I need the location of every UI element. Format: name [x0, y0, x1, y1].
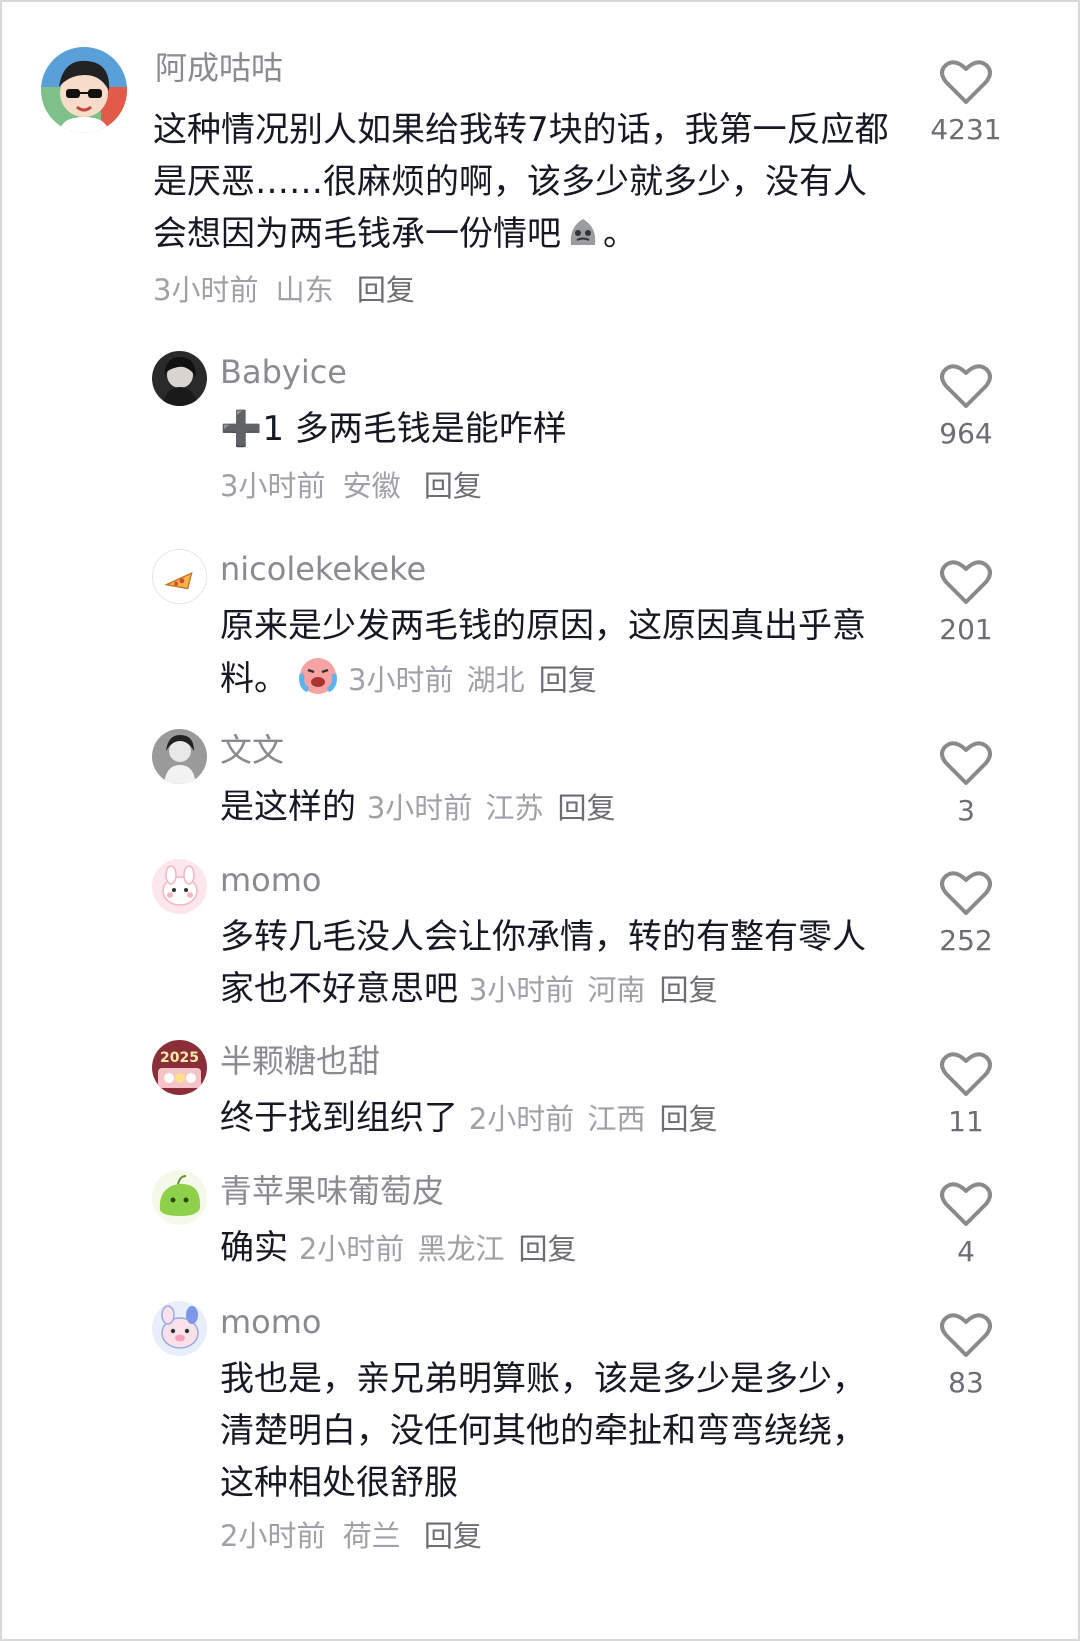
comment-text: 是这样的 3小时前 江苏 回复 [220, 781, 880, 833]
avatar[interactable] [152, 729, 207, 784]
username[interactable]: momo [220, 1306, 322, 1338]
comment-text-body: 确实 [220, 1228, 288, 1268]
comment-location: 江苏 [485, 791, 544, 825]
comment-location: 安徽 [342, 469, 401, 503]
comment-location: 山东 [275, 273, 334, 307]
username[interactable]: momo [220, 864, 322, 896]
comment-text-body: 这种情况别人如果给我转7块的话，我第一反应都是厌恶……很麻烦的啊，该多少就多少，… [153, 110, 889, 255]
comment-location: 江西 [587, 1102, 646, 1136]
comment-text: 确实 2小时前 黑龙江 回复 [220, 1222, 880, 1274]
svg-text:2025: 2025 [160, 1050, 199, 1066]
reply-button[interactable]: 回复 [424, 469, 482, 503]
comment-time: 2小时前 [468, 1102, 575, 1136]
heart-outline-icon [940, 364, 992, 408]
comment-meta: 3小时前 山东 回复 [153, 276, 415, 305]
comment-location: 湖北 [466, 663, 525, 698]
avatar[interactable] [152, 859, 207, 914]
comment-text: 这种情况别人如果给我转7块的话，我第一反应都是厌恶……很麻烦的啊，该多少就多少，… [153, 104, 893, 266]
avatar[interactable] [152, 1301, 207, 1356]
heart-outline-icon [940, 1313, 992, 1357]
like-count: 252 [939, 924, 993, 957]
comment-time: 3小时前 [468, 973, 575, 1008]
reply-button[interactable]: 回复 [660, 1102, 718, 1136]
comment-text: 我也是，亲兄弟明算账，该是多少是多少，清楚明白，没任何其他的牵扯和弯弯绕绕，这种… [220, 1359, 866, 1504]
avatar[interactable] [152, 1170, 207, 1225]
reply-button[interactable]: 回复 [558, 791, 616, 825]
comment-time: 2小时前 [220, 1519, 326, 1553]
comment-text-suffix: 。 [603, 214, 637, 255]
username[interactable]: Babyice [220, 356, 347, 388]
username[interactable]: 阿成咕咕 [155, 52, 283, 84]
gray-blob-emoji [563, 211, 603, 266]
like-button[interactable]: 83 [926, 1311, 1006, 1397]
username[interactable]: 文文 [220, 734, 284, 766]
comment-time: 3小时前 [153, 273, 259, 307]
comment-text: 原来是少发两毛钱的原因，这原因真出乎意料。 3小时前 湖北 回复 [220, 600, 880, 711]
heart-outline-icon [940, 1182, 992, 1226]
heart-outline-icon [940, 1052, 992, 1096]
heart-outline-icon [940, 741, 992, 785]
crying-face-emoji [296, 652, 340, 711]
heart-outline-icon [940, 871, 992, 915]
comment-location: 黑龙江 [417, 1232, 505, 1266]
comment-time: 3小时前 [220, 469, 326, 503]
like-button[interactable]: 964 [926, 362, 1006, 448]
comment-text-body: 是这样的 [220, 787, 356, 827]
avatar[interactable] [152, 351, 207, 406]
comment-time: 3小时前 [366, 791, 473, 825]
like-button[interactable]: 3 [926, 739, 1006, 825]
like-button[interactable]: 4231 [926, 58, 1006, 144]
heart-outline-icon [940, 560, 992, 604]
like-count: 964 [939, 417, 993, 450]
comment-meta: 3小时前 安徽 回复 [220, 472, 482, 501]
like-button[interactable]: 201 [926, 558, 1006, 644]
avatar[interactable]: 2025 [152, 1040, 207, 1095]
username[interactable]: nicolekekeke [220, 553, 426, 585]
comment-time: 2小时前 [298, 1232, 405, 1266]
comment-location: 荷兰 [342, 1519, 401, 1553]
like-count: 4231 [930, 113, 1002, 146]
like-count: 83 [948, 1366, 984, 1399]
comment-text: 多转几毛没人会让你承情，转的有整有零人家也不好意思吧 3小时前 河南 回复 [220, 911, 880, 1015]
like-count: 4 [957, 1235, 975, 1268]
like-button[interactable]: 11 [926, 1050, 1006, 1136]
username[interactable]: 青苹果味葡萄皮 [220, 1175, 444, 1207]
username[interactable]: 半颗糖也甜 [220, 1045, 380, 1077]
reply-button[interactable]: 回复 [519, 1232, 577, 1266]
reply-button[interactable]: 回复 [539, 663, 597, 697]
reply-button[interactable]: 回复 [424, 1519, 482, 1553]
comment-time: 3小时前 [348, 663, 454, 698]
comment-text: 终于找到组织了 2小时前 江西 回复 [220, 1092, 880, 1144]
like-button[interactable]: 4 [926, 1180, 1006, 1266]
like-count: 11 [948, 1105, 984, 1138]
comment-location: 河南 [587, 973, 646, 1008]
reply-button[interactable]: 回复 [660, 973, 718, 1007]
avatar[interactable] [152, 549, 207, 604]
comment-meta: 2小时前 荷兰 回复 [220, 1522, 482, 1551]
like-count: 201 [939, 613, 993, 646]
heart-outline-icon [940, 60, 992, 104]
like-count: 3 [957, 794, 975, 827]
comment-text: ➕1 多两毛钱是能咋样 [220, 409, 567, 449]
reply-button[interactable]: 回复 [357, 273, 415, 307]
avatar[interactable] [41, 47, 127, 133]
like-button[interactable]: 252 [926, 869, 1006, 955]
comment-text-body: 终于找到组织了 [220, 1098, 458, 1138]
